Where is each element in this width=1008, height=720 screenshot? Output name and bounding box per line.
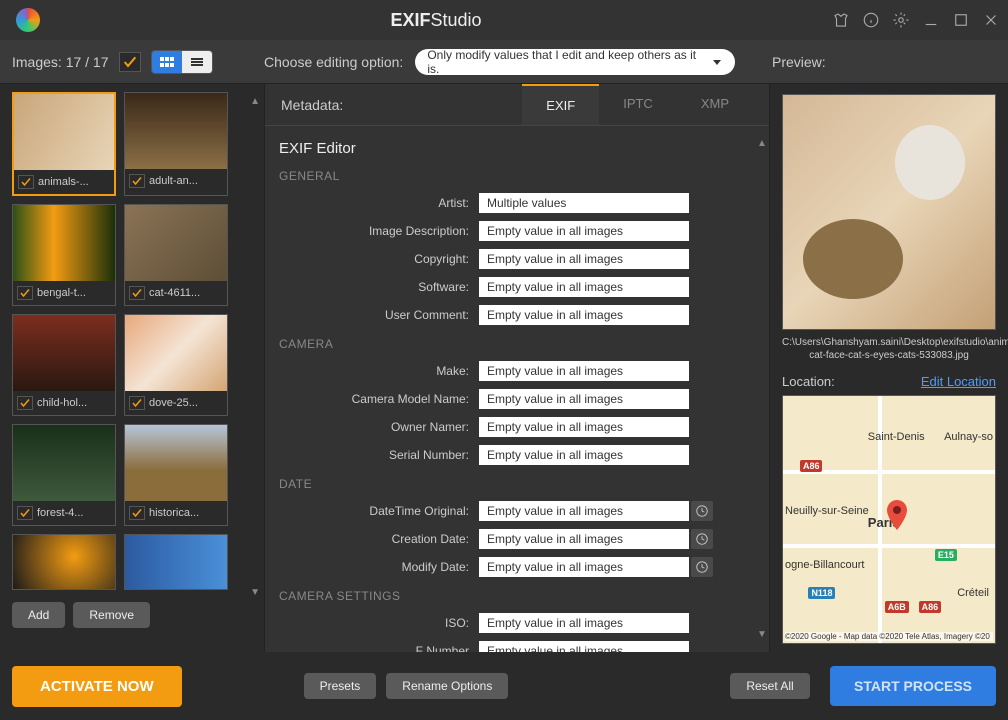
software-field[interactable] [479, 277, 689, 297]
serial-field[interactable] [479, 445, 689, 465]
make-field[interactable] [479, 361, 689, 381]
edit-location-link[interactable]: Edit Location [921, 374, 996, 389]
rename-options-button[interactable]: Rename Options [386, 673, 508, 699]
minimize-icon[interactable] [922, 11, 940, 29]
close-icon[interactable] [982, 11, 1000, 29]
preview-image [782, 94, 996, 330]
thumb-item[interactable]: historica... [124, 424, 228, 526]
activate-button[interactable]: ACTIVATE NOW [12, 666, 182, 707]
artist-field[interactable] [479, 193, 689, 213]
section-date: DATE [279, 477, 745, 491]
select-all-checkbox[interactable] [119, 52, 141, 72]
preview-path: C:\Users\Ghanshyam.saini\Desktop\exifstu… [782, 336, 996, 362]
view-toggle[interactable] [151, 50, 213, 74]
editing-option-dropdown[interactable]: Only modify values that I edit and keep … [415, 49, 735, 75]
thumb-item[interactable]: dove-25... [124, 314, 228, 416]
clock-icon[interactable] [691, 501, 713, 521]
location-label: Location: [782, 374, 835, 389]
iso-field[interactable] [479, 613, 689, 633]
tab-exif[interactable]: EXIF [522, 84, 599, 125]
description-field[interactable] [479, 221, 689, 241]
clock-icon[interactable] [691, 529, 713, 549]
thumb-item[interactable]: child-hol... [12, 314, 116, 416]
thumb-item[interactable]: animals-... [12, 92, 116, 196]
list-view-icon[interactable] [182, 51, 212, 73]
model-field[interactable] [479, 389, 689, 409]
thumb-item[interactable] [12, 534, 116, 590]
thumb-item[interactable] [124, 534, 228, 590]
map-pin-icon [885, 500, 909, 533]
reset-all-button[interactable]: Reset All [730, 673, 809, 699]
sidebar: animals-... adult-an... bengal-t... cat-… [0, 84, 264, 652]
maximize-icon[interactable] [952, 11, 970, 29]
thumb-item[interactable]: forest-4... [12, 424, 116, 526]
presets-button[interactable]: Presets [304, 673, 377, 699]
gear-icon[interactable] [892, 11, 910, 29]
location-map[interactable]: Saint-Denis Aulnay-so Neuilly-sur-Seine … [782, 395, 996, 644]
fnumber-field[interactable] [479, 641, 689, 652]
images-count: Images: 17 / 17 [12, 54, 109, 70]
preview-panel: C:\Users\Ghanshyam.saini\Desktop\exifstu… [770, 84, 1008, 652]
titlebar: EXIFStudio [0, 0, 1008, 40]
editor-panel: Metadata: EXIF IPTC XMP EXIF Editor GENE… [264, 84, 770, 652]
start-process-button[interactable]: START PROCESS [830, 666, 996, 706]
modify-date-field[interactable] [479, 557, 689, 577]
footer: ACTIVATE NOW Presets Rename Options Rese… [0, 652, 1008, 720]
app-title: EXIFStudio [40, 10, 832, 31]
thumb-item[interactable]: bengal-t... [12, 204, 116, 306]
section-camera: CAMERA [279, 337, 745, 351]
datetime-original-field[interactable] [479, 501, 689, 521]
metadata-label: Metadata: [281, 97, 343, 113]
shirt-icon[interactable] [832, 11, 850, 29]
owner-field[interactable] [479, 417, 689, 437]
add-button[interactable]: Add [12, 602, 65, 628]
map-attribution: ©2020 Google - Map data ©2020 Tele Atlas… [785, 632, 993, 641]
preview-header-label: Preview: [768, 54, 996, 70]
thumb-item[interactable]: cat-4611... [124, 204, 228, 306]
thumb-item[interactable]: adult-an... [124, 92, 228, 196]
tab-xmp[interactable]: XMP [677, 84, 753, 125]
thumbnail-grid: animals-... adult-an... bengal-t... cat-… [12, 92, 256, 590]
section-settings: CAMERA SETTINGS [279, 589, 745, 603]
toolbar: Images: 17 / 17 Choose editing option: O… [0, 40, 1008, 84]
copyright-field[interactable] [479, 249, 689, 269]
creation-date-field[interactable] [479, 529, 689, 549]
grid-view-icon[interactable] [152, 51, 182, 73]
comment-field[interactable] [479, 305, 689, 325]
tab-iptc[interactable]: IPTC [599, 84, 677, 125]
clock-icon[interactable] [691, 557, 713, 577]
section-general: GENERAL [279, 169, 745, 183]
info-icon[interactable] [862, 11, 880, 29]
remove-button[interactable]: Remove [73, 602, 150, 628]
editing-option-label: Choose editing option: [264, 54, 403, 70]
app-logo-icon [16, 8, 40, 32]
editor-title: EXIF Editor [279, 140, 745, 157]
